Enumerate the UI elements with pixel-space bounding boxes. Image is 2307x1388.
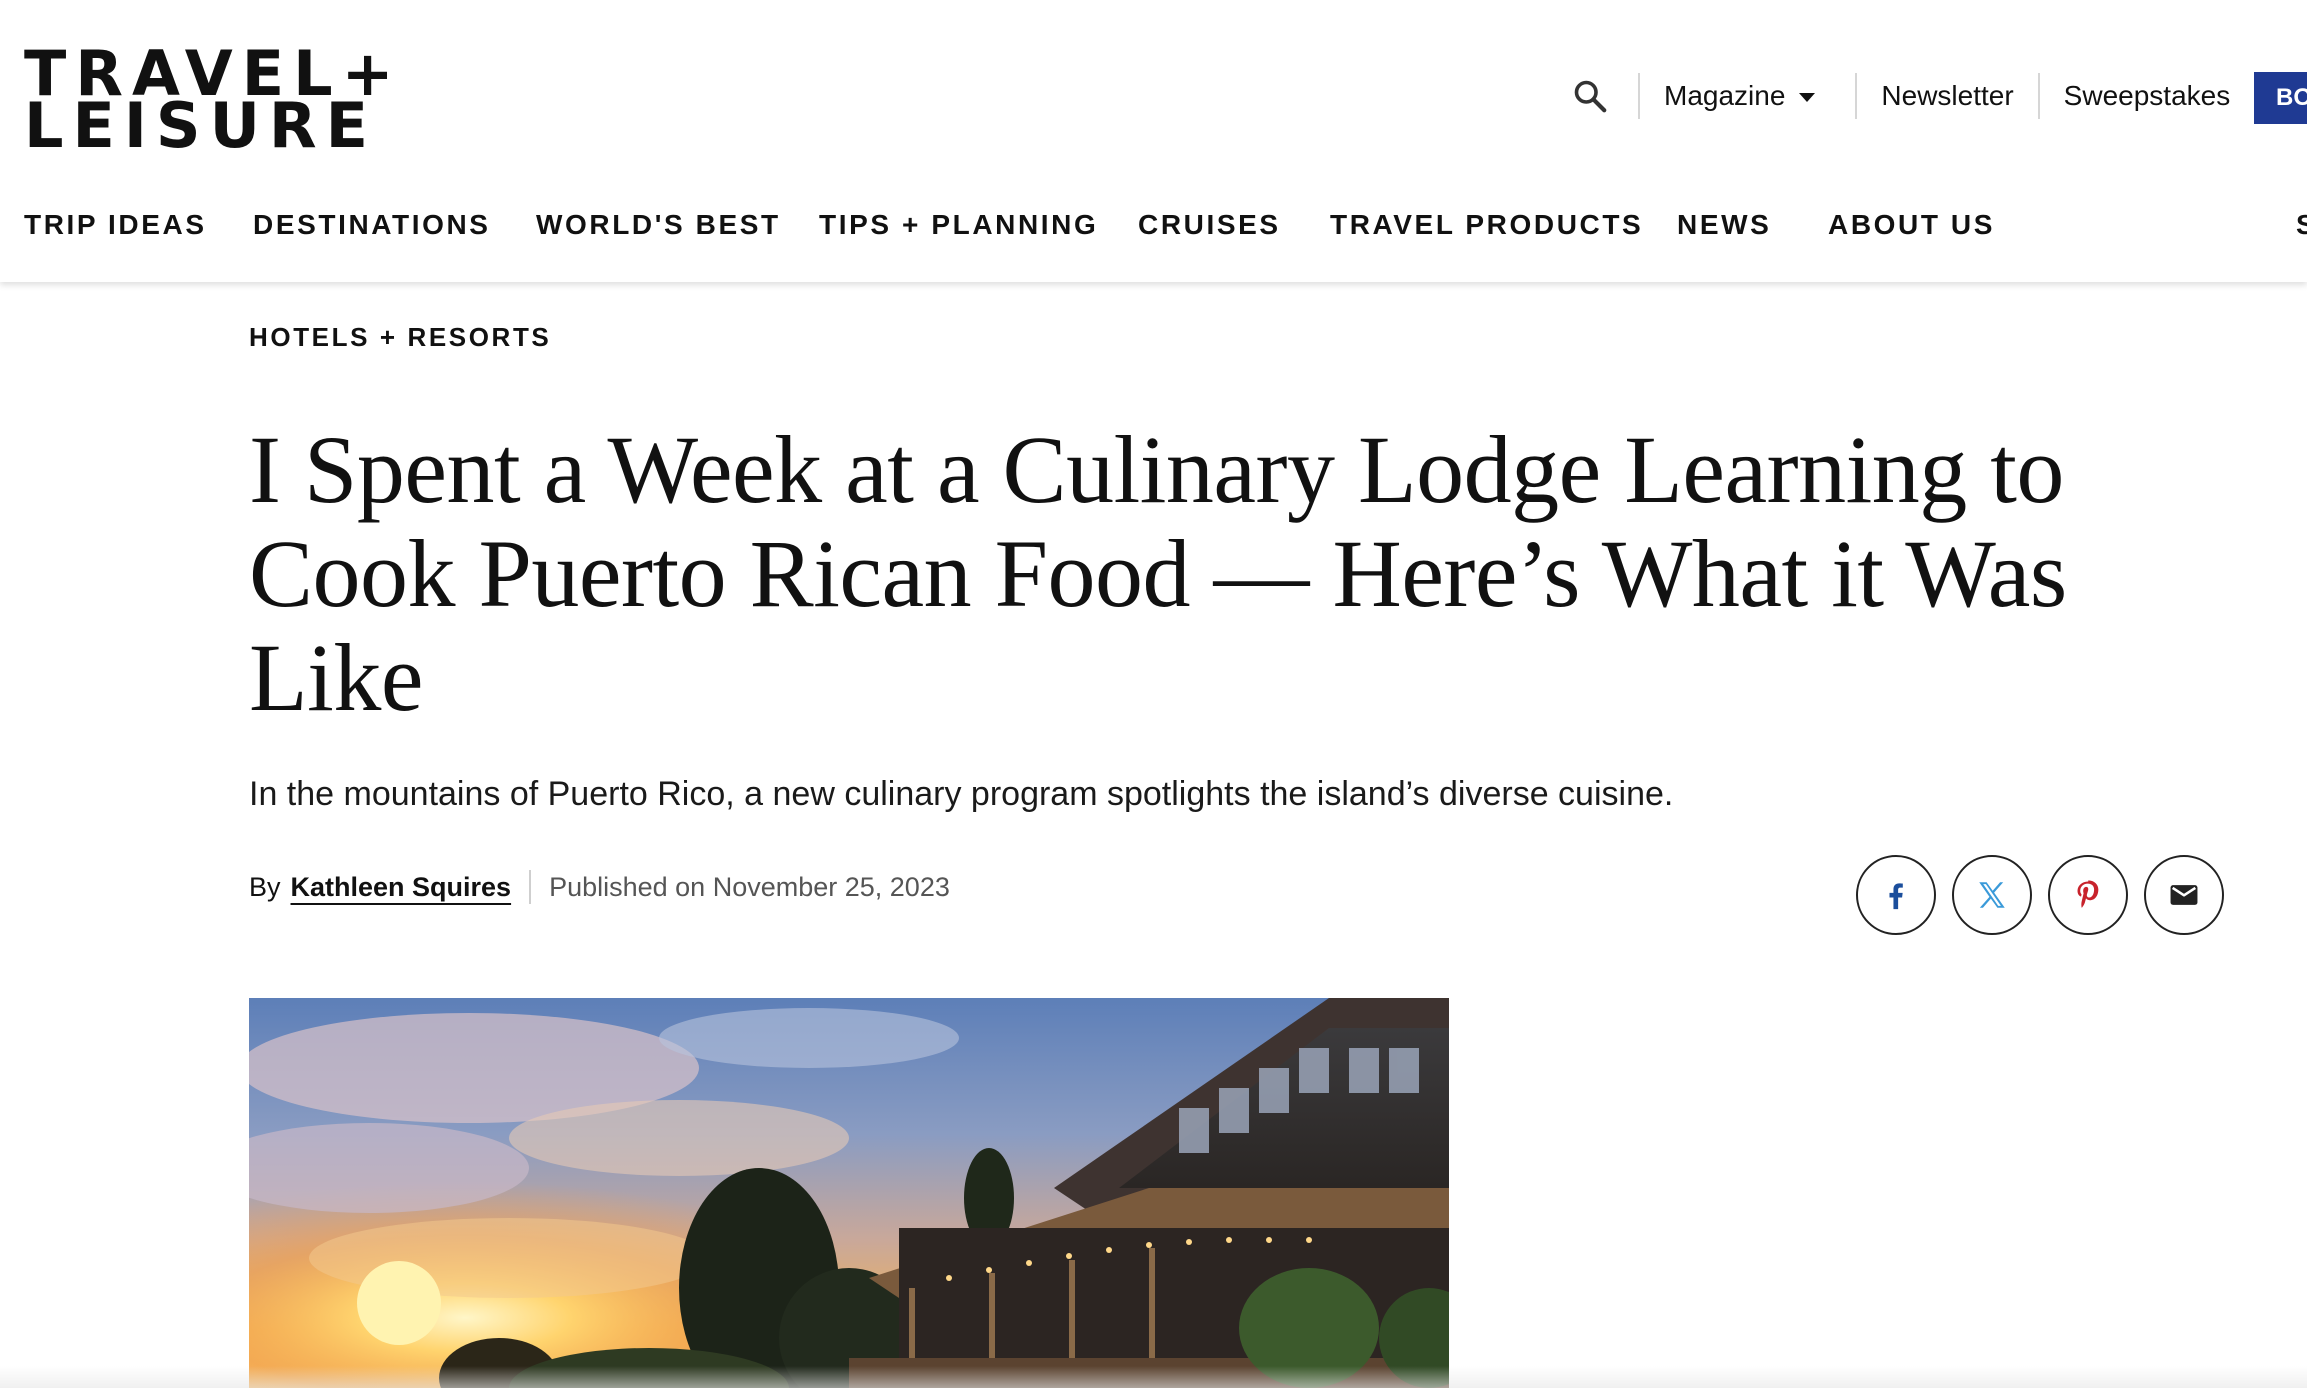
- window: [1349, 1048, 1379, 1093]
- publish-date: Published on November 25, 2023: [549, 871, 950, 902]
- x-icon: [1979, 882, 2005, 908]
- window: [1259, 1068, 1289, 1113]
- pinterest-glyph: [2077, 880, 2099, 908]
- nav-destinations[interactable]: DESTINATIONS: [253, 209, 491, 241]
- book-cta-button[interactable]: BO: [2254, 72, 2307, 124]
- utility-nav: Magazine Newsletter Sweepstakes: [1560, 70, 2254, 122]
- window: [1179, 1108, 1209, 1153]
- share-email-button[interactable]: [2144, 855, 2224, 935]
- cloud: [509, 1100, 849, 1176]
- window: [1219, 1088, 1249, 1133]
- share-x-button[interactable]: [1952, 855, 2032, 935]
- nav-trip-ideas[interactable]: TRIP IDEAS: [24, 209, 207, 241]
- nav-overflow-item[interactable]: S: [2296, 209, 2307, 241]
- facebook-glyph: [1889, 883, 1903, 910]
- facebook-icon: [1889, 883, 1903, 910]
- light: [1186, 1239, 1192, 1245]
- search-icon: [1574, 80, 1607, 113]
- byline: By Kathleen Squires Published on Novembe…: [249, 866, 950, 908]
- email-icon: [2170, 885, 2198, 905]
- newsletter-label: Newsletter: [1881, 80, 2014, 111]
- light: [1306, 1237, 1312, 1243]
- nav-about-us[interactable]: ABOUT US: [1828, 209, 1995, 241]
- article-category[interactable]: HOTELS + RESORTS: [249, 322, 551, 353]
- search-button[interactable]: [1560, 70, 1620, 122]
- magazine-label: Magazine: [1664, 80, 1786, 111]
- pinterest-icon: [2077, 880, 2099, 908]
- nav-worlds-best[interactable]: WORLD'S BEST: [536, 209, 781, 241]
- share-facebook-button[interactable]: [1856, 855, 1936, 935]
- plant: [1239, 1268, 1379, 1388]
- author-link[interactable]: Kathleen Squires: [291, 872, 512, 903]
- byline-prefix: By: [249, 871, 281, 902]
- main-nav: TRIP IDEAS DESTINATIONS WORLD'S BEST TIP…: [0, 200, 2307, 250]
- nav-news[interactable]: NEWS: [1677, 209, 1771, 241]
- nav-travel-products[interactable]: TRAVEL PRODUCTS: [1330, 209, 1643, 241]
- nav-tips-planning[interactable]: TIPS + PLANNING: [819, 209, 1098, 241]
- light: [1146, 1242, 1152, 1248]
- light: [1066, 1253, 1072, 1259]
- x-glyph: [1979, 882, 2005, 908]
- site-header: TRAVEL+ LEISURE Magazine Newsletter Swee…: [0, 0, 2307, 282]
- article-dek: In the mountains of Puerto Rico, a new c…: [249, 775, 1674, 813]
- light: [946, 1275, 952, 1281]
- site-logo[interactable]: TRAVEL+ LEISURE: [24, 43, 444, 157]
- light: [986, 1267, 992, 1273]
- article-headline: I Spent a Week at a Culinary Lodge Learn…: [249, 416, 2067, 731]
- window: [1299, 1048, 1329, 1093]
- byline-divider: [529, 870, 532, 904]
- light: [1266, 1237, 1272, 1243]
- hero-image: [249, 998, 1449, 1388]
- nav-cruises[interactable]: CRUISES: [1138, 209, 1281, 241]
- sweepstakes-link[interactable]: Sweepstakes: [2040, 80, 2255, 112]
- window: [1389, 1048, 1419, 1093]
- light: [1106, 1247, 1112, 1253]
- sweepstakes-label: Sweepstakes: [2063, 80, 2231, 111]
- share-pinterest-button[interactable]: [2048, 855, 2128, 935]
- caret-down-icon: [1799, 92, 1816, 102]
- share-bar: [1856, 855, 2224, 935]
- newsletter-link[interactable]: Newsletter: [1857, 80, 2037, 112]
- magazine-menu[interactable]: Magazine: [1640, 80, 1839, 112]
- sun: [357, 1261, 441, 1345]
- hero-illustration: [249, 998, 1449, 1388]
- light: [1226, 1237, 1232, 1243]
- cloud: [659, 1008, 959, 1068]
- light: [1026, 1260, 1032, 1266]
